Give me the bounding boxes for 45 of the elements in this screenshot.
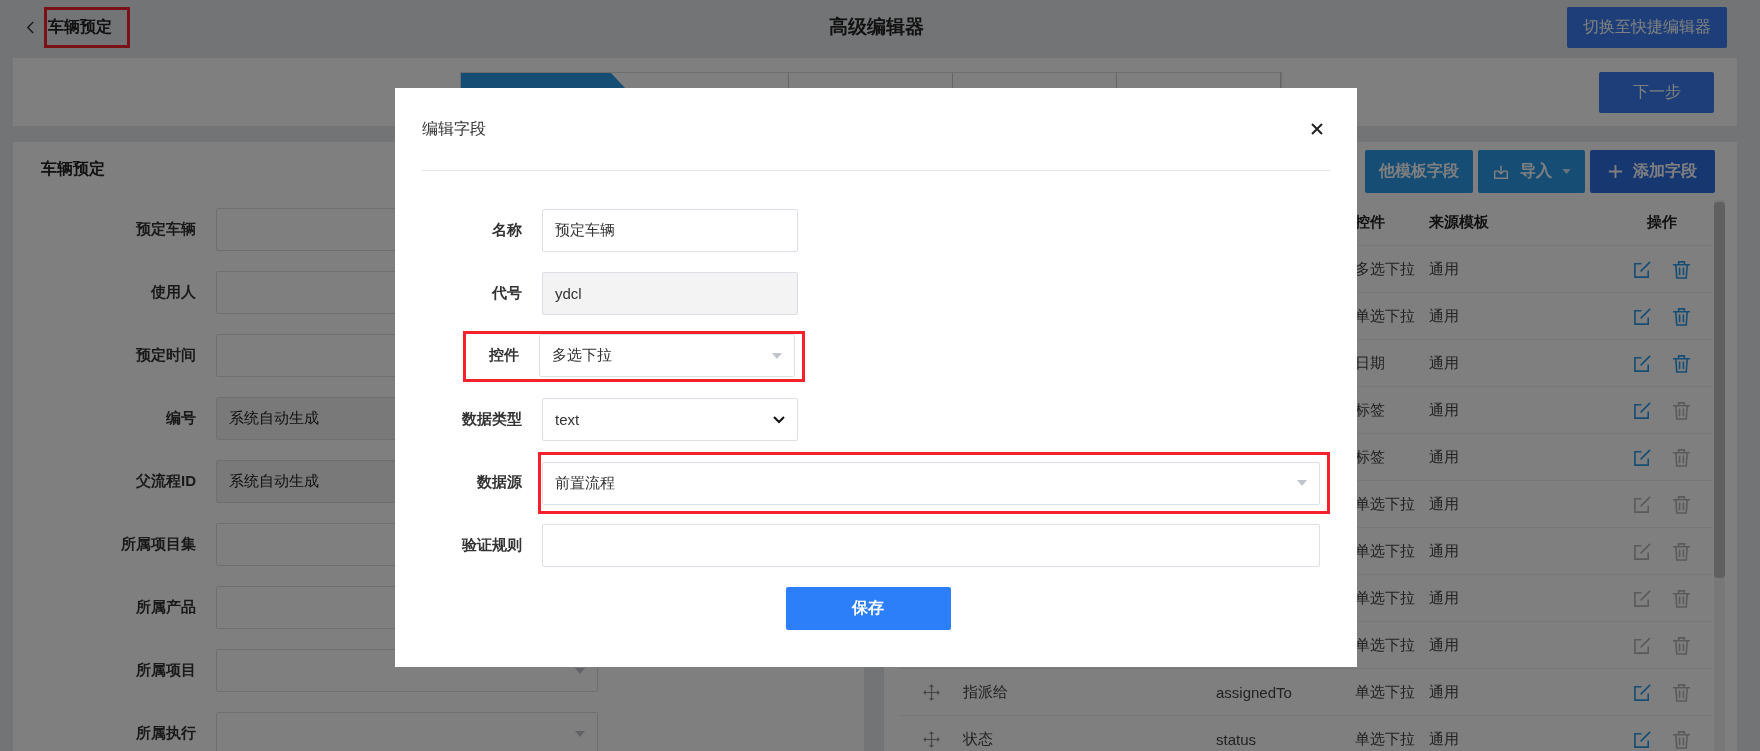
table-cell: 通用	[1429, 729, 1459, 749]
field-label: 名称	[491, 221, 522, 240]
table-cell: 单选下拉	[1355, 541, 1415, 561]
table-cell: 单选下拉	[1355, 635, 1415, 655]
table-cell: 通用	[1429, 541, 1459, 561]
table-cell: 状态	[963, 729, 993, 749]
editor-title: 高级编辑器	[829, 15, 924, 39]
page-title: 车辆预定	[48, 17, 112, 35]
table-cell: 单选下拉	[1355, 494, 1415, 514]
field-label: 代号	[491, 284, 522, 303]
table-cell: 通用	[1429, 306, 1459, 326]
table-cell: 多选下拉	[1355, 259, 1415, 279]
table-cell: 通用	[1429, 494, 1459, 514]
table-cell: 通用	[1429, 400, 1459, 420]
field-label: 预定车辆	[135, 220, 196, 239]
table-cell: status	[1216, 730, 1257, 748]
table-cell: 单选下拉	[1355, 306, 1415, 326]
field-label: 预定时间	[135, 346, 196, 365]
field-label: 使用人	[149, 283, 196, 302]
table-cell: 通用	[1429, 635, 1459, 655]
column-header: 操作	[1646, 213, 1678, 232]
field-label: 所属执行	[135, 724, 196, 743]
field-label: 所属项目	[135, 661, 196, 680]
field-label: 数据源	[476, 473, 522, 492]
field-label: 控件	[488, 346, 519, 365]
panel-title: 车辆预定	[40, 159, 106, 179]
table-cell: 单选下拉	[1355, 729, 1415, 749]
table-cell: 日期	[1355, 353, 1385, 373]
column-header: 来源模板	[1429, 213, 1490, 232]
table-cell: 通用	[1429, 682, 1459, 702]
dialog-title: 编辑字段	[422, 118, 486, 139]
table-cell: 单选下拉	[1355, 682, 1415, 702]
table-cell: 单选下拉	[1355, 588, 1415, 608]
table-cell: 通用	[1429, 447, 1459, 467]
field-label: 所属项目集	[120, 535, 196, 554]
field-label: 验证规则	[460, 536, 522, 555]
field-label: 编号	[165, 409, 196, 428]
table-cell: 指派给	[963, 682, 1008, 702]
table-cell: assignedTo	[1216, 683, 1292, 701]
field-label: 父流程ID	[135, 472, 196, 491]
field-label: 数据类型	[461, 410, 522, 429]
table-cell: 通用	[1429, 259, 1459, 279]
table-cell: 通用	[1429, 353, 1459, 373]
field-label: 所属产品	[135, 598, 196, 617]
table-cell: 通用	[1429, 588, 1459, 608]
